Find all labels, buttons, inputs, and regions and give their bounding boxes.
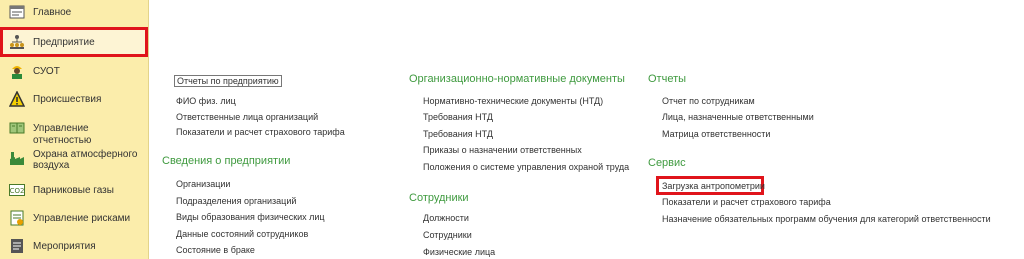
sidebar-item-greenhouse-gases[interactable]: CO2 Парниковые газы bbox=[0, 179, 148, 201]
link-insurance-rate-service[interactable]: Показатели и расчет страхового тарифа bbox=[662, 197, 831, 207]
link-responsible-orders[interactable]: Приказы о назначении ответственных bbox=[423, 145, 582, 155]
link-positions[interactable]: Должности bbox=[423, 213, 469, 223]
sidebar-item-incidents[interactable]: Происшествия bbox=[0, 88, 148, 110]
link-employee-report[interactable]: Отчет по сотрудникам bbox=[662, 96, 755, 106]
section-title-enterprise-info: Сведения о предприятии bbox=[162, 155, 291, 167]
book-icon bbox=[9, 120, 25, 136]
link-mandatory-training[interactable]: Назначение обязательных программ обучени… bbox=[662, 214, 991, 224]
sidebar-item-label: Парниковые газы bbox=[33, 185, 114, 196]
link-employee-states[interactable]: Данные состояний сотрудников bbox=[176, 229, 308, 239]
link-responsibility-matrix[interactable]: Матрица ответственности bbox=[662, 129, 770, 139]
link-enterprise-reports[interactable]: Отчеты по предприятию bbox=[174, 75, 282, 87]
link-safety-regulations[interactable]: Положения о системе управления охраной т… bbox=[423, 162, 629, 172]
sidebar-item-label: Мероприятия bbox=[33, 241, 96, 252]
risk-icon bbox=[9, 210, 25, 226]
home-icon bbox=[9, 4, 25, 20]
link-assigned-responsible[interactable]: Лица, назначенные ответственными bbox=[662, 112, 814, 122]
link-employees[interactable]: Сотрудники bbox=[423, 230, 472, 240]
sidebar-item-activities[interactable]: Мероприятия bbox=[0, 235, 148, 257]
main-panel: Отчеты по предприятию ФИО физ. лиц Ответ… bbox=[149, 0, 1024, 259]
link-ntd-requirements-1[interactable]: Требования НТД bbox=[423, 112, 493, 122]
sidebar-item-label: Главное bbox=[33, 7, 72, 18]
warning-icon bbox=[9, 91, 25, 107]
link-organizations[interactable]: Организации bbox=[176, 179, 230, 189]
sidebar-item-suot[interactable]: СУОТ bbox=[0, 60, 148, 82]
section-title-reports: Отчеты bbox=[648, 73, 687, 85]
link-person-names[interactable]: ФИО физ. лиц bbox=[176, 96, 236, 106]
sidebar-item-main[interactable]: Главное bbox=[0, 2, 148, 22]
worker-icon bbox=[9, 63, 25, 79]
link-ntd-docs[interactable]: Нормативно-технические документы (НТД) bbox=[423, 96, 603, 106]
sidebar-item-risk-management[interactable]: Управление рисками bbox=[0, 207, 148, 229]
section-title-regulatory-docs: Организационно-нормативные документы bbox=[409, 73, 625, 85]
link-departments[interactable]: Подразделения организаций bbox=[176, 196, 296, 206]
org-structure-icon bbox=[9, 34, 25, 50]
section-title-service: Сервис bbox=[648, 157, 686, 169]
link-education-types[interactable]: Виды образования физических лиц bbox=[176, 212, 325, 222]
sidebar-item-label: Предприятие bbox=[33, 37, 95, 48]
sidebar-item-label: Управление рисками bbox=[33, 213, 131, 224]
list-icon bbox=[9, 238, 25, 254]
sidebar-item-enterprise[interactable]: Предприятие bbox=[0, 27, 148, 57]
sidebar-item-label: Управление отчетностью bbox=[33, 123, 92, 146]
factory-icon bbox=[9, 150, 25, 166]
sidebar-item-reporting[interactable]: Управление отчетностью bbox=[0, 117, 148, 146]
sidebar-item-label-line2: воздуха bbox=[33, 160, 70, 171]
link-individuals[interactable]: Физические лица bbox=[423, 247, 495, 257]
section-title-employees: Сотрудники bbox=[409, 192, 469, 204]
link-ntd-requirements-2[interactable]: Требования НТД bbox=[423, 129, 493, 139]
svg-text:CO2: CO2 bbox=[10, 187, 25, 195]
co2-icon: CO2 bbox=[9, 182, 25, 198]
link-anthropometry-upload[interactable]: Загрузка антропометрии bbox=[662, 181, 765, 191]
link-marital-status[interactable]: Состояние в браке bbox=[176, 245, 255, 255]
sidebar: Главное Предприятие СУОТ Происшествия Уп… bbox=[0, 0, 149, 259]
link-org-responsible[interactable]: Ответственные лица организаций bbox=[176, 112, 318, 122]
sidebar-item-air-protection[interactable]: Охрана атмосферного воздуха bbox=[0, 146, 148, 176]
sidebar-item-label: СУОТ bbox=[33, 66, 60, 77]
link-insurance-rate[interactable]: Показатели и расчет страхового тарифа bbox=[176, 127, 345, 137]
sidebar-item-label: Происшествия bbox=[33, 94, 102, 105]
